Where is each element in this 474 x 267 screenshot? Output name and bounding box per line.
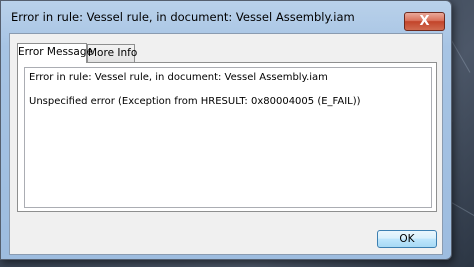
desktop-background: Error in rule: Vessel rule, in document:… <box>0 0 474 267</box>
error-message-textbox[interactable]: Error in rule: Vessel rule, in document:… <box>24 67 432 208</box>
window-title: Error in rule: Vessel rule, in document:… <box>11 10 355 24</box>
error-message-line: Error in rule: Vessel rule, in document:… <box>29 72 328 83</box>
error-dialog: Error in rule: Vessel rule, in document:… <box>0 0 452 260</box>
close-button[interactable]: X <box>404 12 445 31</box>
title-bar[interactable]: Error in rule: Vessel rule, in document:… <box>1 1 451 33</box>
tab-more-info[interactable]: More Info <box>87 44 137 62</box>
tab-panel: Error in rule: Vessel rule, in document:… <box>17 62 437 212</box>
tab-error-message[interactable]: Error Message <box>17 43 93 63</box>
ok-button[interactable]: OK <box>377 230 437 248</box>
close-icon: X <box>419 14 430 29</box>
error-detail-line: Unspecified error (Exception from HRESUL… <box>29 96 361 107</box>
dialog-client-area: Error Message More Info Error in rule: V… <box>9 33 443 255</box>
